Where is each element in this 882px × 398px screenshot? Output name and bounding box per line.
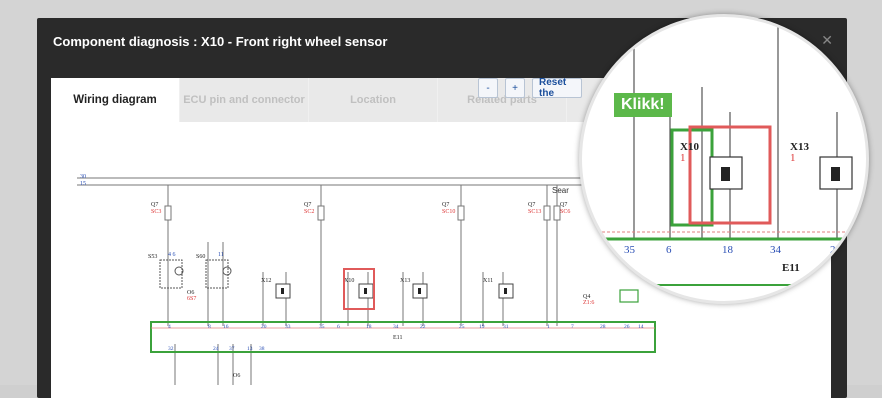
- svg-text:1: 1: [547, 324, 550, 330]
- lens-pin-label: 18: [722, 244, 734, 256]
- fuse-label: Q7: [528, 202, 535, 208]
- module-label: E11: [393, 335, 402, 341]
- fuse-label: Q7: [442, 202, 449, 208]
- tab-location[interactable]: Location: [309, 78, 438, 122]
- wiring-diagram: 30 15 Q7 SC3 Q7 SC2 Q7 SC10 Q7 SC13 Q7 S…: [77, 174, 663, 385]
- svg-text:32: 32: [168, 346, 174, 352]
- zoom-out-button[interactable]: -: [478, 78, 498, 98]
- switch-label: S60: [196, 254, 205, 260]
- svg-text:24: 24: [213, 346, 219, 352]
- fuse-sub: SC10: [442, 209, 455, 215]
- fuse-label: Q7: [304, 202, 311, 208]
- switch-pins: 11: [218, 252, 224, 258]
- sensor-symbols: [275, 283, 514, 299]
- svg-text:7: 7: [571, 324, 574, 330]
- svg-text:16: 16: [223, 324, 229, 330]
- fuse-label: Q7: [560, 202, 567, 208]
- svg-text:8: 8: [208, 324, 211, 330]
- svg-text:25: 25: [459, 324, 465, 330]
- lens-pin-label: 6: [666, 244, 672, 256]
- relay-sub: 6S7: [187, 296, 196, 302]
- svg-text:38: 38: [259, 346, 265, 352]
- rail-label-30: 30: [80, 174, 86, 180]
- connector-label: X12: [261, 278, 271, 284]
- magnified-diagram: X10 1 X13 1 35 6 18 34 22 E11: [582, 17, 866, 286]
- rail-label-15: 15: [80, 181, 86, 187]
- connector-label: X10: [344, 278, 354, 284]
- connector-label: X11: [483, 278, 493, 284]
- dialog-title: Component diagnosis : X10 - Front right …: [53, 34, 388, 49]
- click-callout: Klikk!: [614, 93, 672, 117]
- svg-text:28: 28: [600, 324, 606, 330]
- svg-text:4: 4: [168, 324, 171, 330]
- component-sub: Z1:6: [583, 300, 594, 306]
- reset-button[interactable]: Reset the: [532, 77, 582, 99]
- svg-text:34: 34: [393, 324, 399, 330]
- svg-text:26: 26: [624, 324, 630, 330]
- svg-text:20: 20: [261, 324, 267, 330]
- svg-text:35: 35: [319, 324, 325, 330]
- fuse-label: Q7: [151, 202, 158, 208]
- lens-pin-label: 35: [624, 244, 636, 256]
- lens-connector-pin: 1: [680, 152, 686, 164]
- svg-text:14: 14: [638, 324, 644, 330]
- lens-module-label: E11: [782, 262, 800, 274]
- magnifier-lens: X10 1 X13 1 35 6 18 34 22 E11: [579, 14, 869, 304]
- tab-ecu-pin-connector[interactable]: ECU pin and connector: [180, 78, 309, 122]
- svg-text:18: 18: [366, 324, 372, 330]
- switch-symbols: [159, 259, 232, 289]
- tab-wiring-diagram[interactable]: Wiring diagram: [51, 78, 180, 122]
- zoom-in-button[interactable]: +: [505, 78, 525, 98]
- svg-text:33: 33: [285, 324, 291, 330]
- svg-text:31: 31: [503, 324, 509, 330]
- fuse-sub: SC2: [304, 209, 314, 215]
- fuse-sub: SC13: [528, 209, 541, 215]
- svg-text:13: 13: [247, 346, 253, 352]
- lens-pin-label: 34: [770, 244, 782, 256]
- svg-text:6: 6: [337, 324, 340, 330]
- fuse-sub: SC3: [151, 209, 161, 215]
- lens-connector-pin: 1: [790, 152, 796, 164]
- svg-text:22: 22: [420, 324, 426, 330]
- bottom-relay-label: O6: [233, 373, 240, 379]
- close-icon[interactable]: ✕: [821, 32, 833, 49]
- switch-pins: 4 6: [168, 252, 176, 258]
- switch-label: S53: [148, 254, 157, 260]
- fuse-sub: SC6: [560, 209, 570, 215]
- svg-text:37: 37: [229, 346, 235, 352]
- svg-text:19: 19: [479, 324, 485, 330]
- connector-label: X13: [400, 278, 410, 284]
